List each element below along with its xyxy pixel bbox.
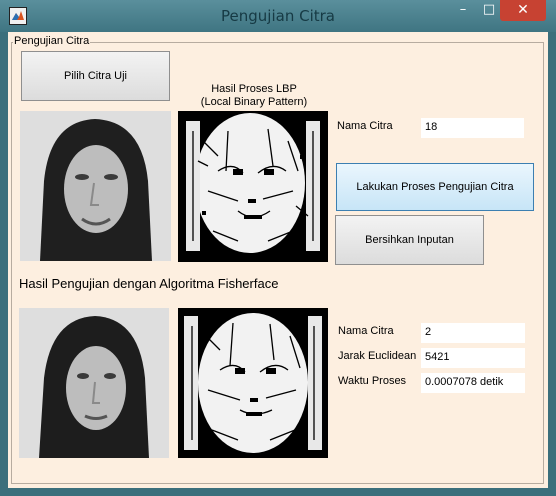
title-bar[interactable]: Pengujian Citra – □ ✕	[0, 0, 556, 32]
pilih-citra-button[interactable]: Pilih Citra Uji	[21, 51, 170, 101]
waktu-proses-label: Waktu Proses	[338, 375, 407, 387]
window-client-area: Pengujian Citra Pilih Citra Uji Hasil Pr…	[8, 32, 548, 488]
result-face-image	[19, 308, 169, 458]
jarak-euclidean-field[interactable]: 5421	[421, 348, 525, 368]
result-lbp-image	[178, 308, 328, 458]
result-nama-label: Nama Citra	[338, 325, 394, 337]
maximize-button[interactable]: □	[476, 0, 502, 21]
lbp-title-line2: (Local Binary Pattern)	[200, 96, 308, 108]
panel-title: Pengujian Citra	[13, 35, 91, 47]
close-button[interactable]: ✕	[500, 0, 546, 21]
proses-pengujian-button[interactable]: Lakukan Proses Pengujian Citra	[336, 163, 534, 211]
test-face-image	[20, 111, 171, 261]
nama-citra-field[interactable]: 18	[421, 118, 524, 138]
jarak-euclidean-label: Jarak Euclidean	[338, 350, 417, 362]
lbp-title: Hasil Proses LBP (Local Binary Pattern)	[154, 83, 354, 109]
result-heading: Hasil Pengujian dengan Algoritma Fisherf…	[19, 276, 279, 291]
bersihkan-inputan-button[interactable]: Bersihkan Inputan	[335, 215, 484, 265]
nama-citra-label: Nama Citra	[337, 120, 393, 132]
result-nama-field[interactable]: 2	[421, 323, 525, 343]
test-lbp-image	[178, 111, 328, 262]
waktu-proses-field[interactable]: 0.0007078 detik	[421, 373, 525, 393]
lbp-title-line1: Hasil Proses LBP	[211, 83, 297, 95]
minimize-button[interactable]: –	[450, 0, 476, 21]
